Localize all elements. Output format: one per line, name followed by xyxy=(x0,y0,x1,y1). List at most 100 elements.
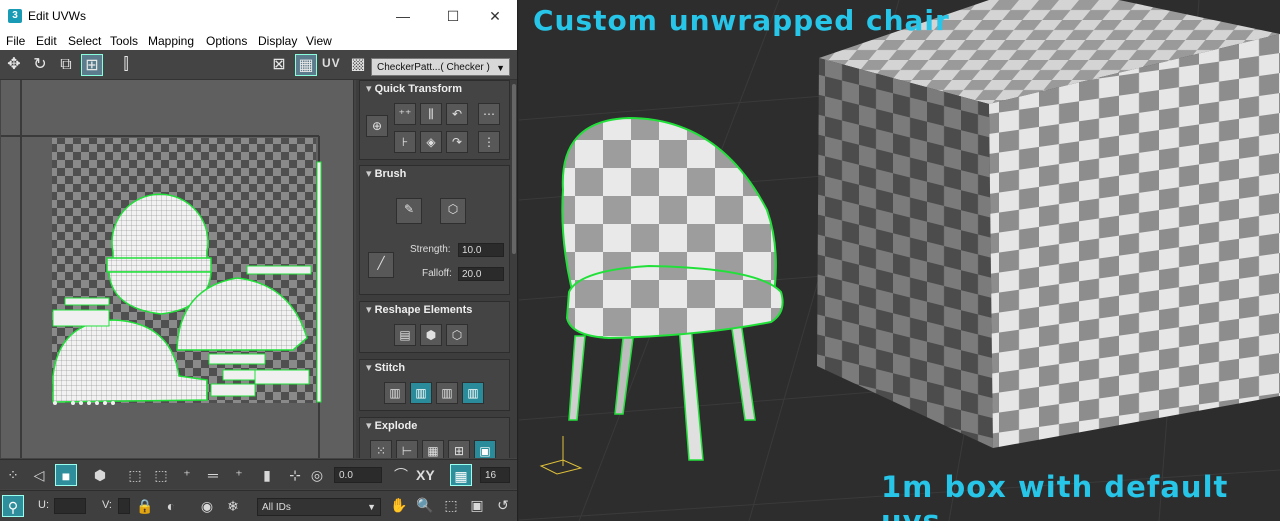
move-icon[interactable]: ✥ xyxy=(3,54,25,76)
zoom-icon[interactable]: 🔍 xyxy=(414,494,436,516)
menu-edit[interactable]: Edit xyxy=(36,34,57,48)
menu-select[interactable]: Select xyxy=(68,34,101,48)
rollout-stitch: Stitch ▥ ▥ ▥ ▥ xyxy=(359,359,510,411)
flatten-icon[interactable]: ▦ xyxy=(422,440,444,458)
grid-value-field[interactable]: 16 xyxy=(480,467,510,483)
checker-pattern-select[interactable]: CheckerPatt...( Checker ) ▼ xyxy=(371,58,510,76)
menu-display[interactable]: Display xyxy=(258,34,297,48)
pan-icon[interactable]: ✋ xyxy=(388,494,410,516)
checker-explode-icon[interactable]: ⊞ xyxy=(448,440,470,458)
rollout-title[interactable]: Stitch xyxy=(360,360,509,377)
falloff-icon[interactable]: ◎ xyxy=(306,464,328,486)
brush-line-icon[interactable]: ╱ xyxy=(368,252,394,278)
v-label: V: xyxy=(102,499,112,511)
rollout-reshape-elements: Reshape Elements ▤ ⬢ ⬡ xyxy=(359,301,510,353)
rollout-title[interactable]: Quick Transform xyxy=(360,81,509,98)
freeze-icon[interactable]: ❄ xyxy=(222,495,244,517)
rollout-title[interactable]: Explode xyxy=(360,418,509,435)
lock-icon[interactable]: 🔒 xyxy=(134,495,156,517)
checker-icon[interactable]: ▦ xyxy=(295,54,317,76)
pivot-icon[interactable]: ⊕ xyxy=(366,115,388,137)
paint-brush-icon[interactable]: ✎ xyxy=(396,198,422,224)
freeform-icon[interactable]: ⊞ xyxy=(81,54,103,76)
falloff-spinner[interactable]: 20.0 xyxy=(458,267,504,281)
perspective-viewport[interactable]: Custom unwrapped chair 1m box with defau… xyxy=(519,0,1280,521)
minimize-button[interactable]: — xyxy=(380,0,426,32)
rotate-value-field[interactable]: 0.0 xyxy=(334,467,382,483)
stitch-target-icon[interactable]: ▥ xyxy=(436,382,458,404)
rotate-cw-icon[interactable]: ↷ xyxy=(446,131,468,153)
rotate-icon[interactable]: ↻ xyxy=(29,54,51,76)
material-id-select[interactable]: All IDs ▼ xyxy=(257,498,381,516)
relax-brush-icon[interactable]: ⬡ xyxy=(440,198,466,224)
xy-toggle[interactable]: XY xyxy=(416,467,435,483)
bottom-toolbar-1: ⁘ ◁ ■ ⬢ ⬚ ⬚ ⁺ ═ ⁺ ▮ ⊹ ◎ 0.0 ⌒ XY ▦ 16 xyxy=(0,459,517,489)
close-button[interactable]: ✕ xyxy=(472,0,517,32)
rollout-title[interactable]: Brush xyxy=(360,166,509,183)
space-icon[interactable]: ⋯ xyxy=(478,103,500,125)
curve-icon[interactable]: ⌒ xyxy=(390,464,412,486)
grow-icon[interactable]: ⁺ xyxy=(176,464,198,486)
element-select-icon[interactable]: ⬢ xyxy=(89,464,111,486)
u-value-field[interactable] xyxy=(54,498,86,514)
ring-icon[interactable]: ▮ xyxy=(256,464,278,486)
pivot-gizmo xyxy=(539,436,583,475)
menu-view[interactable]: View xyxy=(306,34,332,48)
app-icon: 3 xyxy=(8,9,22,23)
stitch-custom-icon[interactable]: ▥ xyxy=(462,382,484,404)
strength-spinner[interactable]: 10.0 xyxy=(458,243,504,257)
grid-snap-icon[interactable]: ▦ xyxy=(450,464,472,486)
align-horizontal-icon[interactable]: ⁺⁺ xyxy=(394,103,416,125)
menu-mapping[interactable]: Mapping xyxy=(148,34,194,48)
stitch-source-icon[interactable]: ▥ xyxy=(384,382,406,404)
transform-mode-icon[interactable]: ⚲ xyxy=(2,495,24,517)
rollout-brush: Brush ✎ ⬡ ╱ Strength: 10.0 Falloff: 20.0 xyxy=(359,165,510,295)
uv-toggle[interactable]: UV xyxy=(322,56,341,70)
diamond-icon[interactable]: ◈ xyxy=(420,131,442,153)
display-icon[interactable]: ▩ xyxy=(347,54,369,76)
align-vertical-icon[interactable]: ⫼ xyxy=(420,103,442,125)
loop-icon[interactable]: ⁺ xyxy=(228,464,250,486)
falloff-label: Falloff: xyxy=(422,268,452,279)
v-value-field[interactable] xyxy=(118,498,130,514)
relax-cube-icon[interactable]: ⬢ xyxy=(420,324,442,346)
break-icon[interactable]: ⁙ xyxy=(370,440,392,458)
rotate-ccw-icon[interactable]: ↶ xyxy=(446,103,468,125)
straighten-icon[interactable]: ▤ xyxy=(394,324,416,346)
chevron-down-icon: ▼ xyxy=(496,63,505,73)
paint-select-icon[interactable]: ⬚ xyxy=(150,464,172,486)
explode-teal-icon[interactable]: ▣ xyxy=(474,440,496,458)
shrink-icon[interactable]: ═ xyxy=(202,464,224,486)
distribute-icon[interactable]: ⋮ xyxy=(478,131,500,153)
menu-file[interactable]: File xyxy=(6,34,25,48)
stitch-average-icon[interactable]: ▥ xyxy=(410,382,432,404)
uv-editor-viewport[interactable] xyxy=(1,80,354,458)
menu-tools[interactable]: Tools xyxy=(110,34,138,48)
zoom-extents-icon[interactable]: ▣ xyxy=(466,494,488,516)
menu-options[interactable]: Options xyxy=(206,34,247,48)
panel-scrollbar[interactable] xyxy=(512,84,516,254)
cube-icon[interactable]: ⬡ xyxy=(446,324,468,346)
chevron-down-icon: ▼ xyxy=(367,502,376,512)
grid-icon[interactable]: ⊠ xyxy=(268,54,290,76)
edge-select-icon[interactable]: ◁ xyxy=(28,464,50,486)
face-select-icon[interactable]: ■ xyxy=(55,464,77,486)
soft-select-icon[interactable]: ⊹ xyxy=(284,464,306,486)
menu-bar: File Edit Select Tools Mapping Options D… xyxy=(0,32,517,50)
zoom-region-icon[interactable]: ⬚ xyxy=(440,494,462,516)
uv-canvas xyxy=(1,80,353,458)
mirror-icon[interactable]: ⫿ xyxy=(115,54,137,76)
orbit-icon[interactable]: ↺ xyxy=(492,494,514,516)
align-left-icon[interactable]: ⊦ xyxy=(394,131,416,153)
weld-icon[interactable]: ⊢ xyxy=(396,440,418,458)
eye-icon[interactable]: ◉ xyxy=(196,495,218,517)
u-label: U: xyxy=(38,499,49,511)
box-front-face xyxy=(989,34,1280,448)
rollout-title[interactable]: Reshape Elements xyxy=(360,302,509,319)
rollout-quick-transform: Quick Transform ⊕ ⁺⁺ ⫼ ↶ ⋯ ⊦ ◈ ↷ ⋮ xyxy=(359,80,510,160)
scale-icon[interactable]: ⧉ xyxy=(55,54,77,76)
select-region-icon[interactable]: ⬚ xyxy=(124,464,146,486)
hide-icon[interactable]: ◐ xyxy=(160,495,182,517)
maximize-button[interactable]: ☐ xyxy=(430,0,476,32)
vertex-select-icon[interactable]: ⁘ xyxy=(2,464,24,486)
